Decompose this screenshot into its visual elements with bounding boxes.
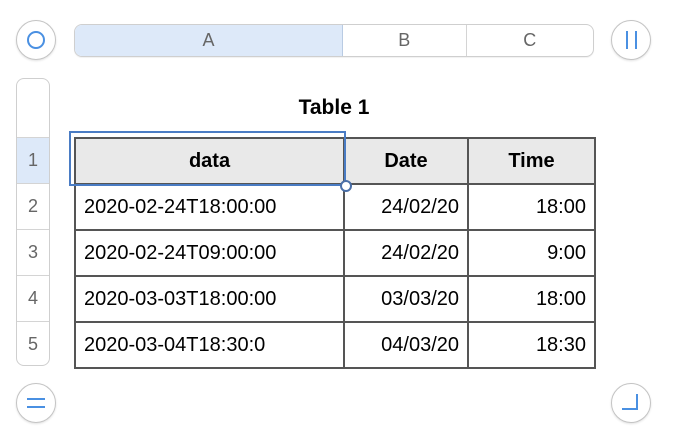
- table-cell[interactable]: 03/03/20: [343, 275, 469, 323]
- table-cell[interactable]: 24/02/20: [343, 229, 469, 277]
- corner-icon: [622, 394, 638, 410]
- circle-icon: [27, 31, 45, 49]
- selection-fill-handle[interactable]: [340, 180, 352, 192]
- table-cell[interactable]: 18:00: [467, 275, 596, 323]
- resize-table-handle[interactable]: [611, 383, 651, 423]
- table-cell[interactable]: 2020-02-24T18:00:00: [74, 183, 345, 231]
- table-row: 2020-03-03T18:00:00 03/03/20 18:00: [74, 275, 596, 323]
- select-table-button[interactable]: [16, 20, 56, 60]
- data-table: data Date Time 2020-02-24T18:00:00 24/02…: [74, 137, 596, 369]
- columns-icon: [625, 31, 637, 49]
- column-header-c[interactable]: C: [467, 25, 594, 56]
- header-cell[interactable]: data: [74, 137, 345, 185]
- column-header-bar: A B C: [74, 24, 594, 57]
- table-cell[interactable]: 2020-03-04T18:30:0: [74, 321, 345, 369]
- add-column-handle[interactable]: [611, 20, 651, 60]
- row-header-5[interactable]: 5: [17, 321, 49, 365]
- rows-icon: [27, 398, 45, 408]
- table-title[interactable]: Table 1: [74, 96, 594, 120]
- row-header-3[interactable]: 3: [17, 229, 49, 275]
- header-cell[interactable]: Time: [467, 137, 596, 185]
- table-cell[interactable]: 04/03/20: [343, 321, 469, 369]
- column-header-a[interactable]: A: [75, 25, 343, 56]
- table-cell[interactable]: 24/02/20: [343, 183, 469, 231]
- table-cell[interactable]: 18:30: [467, 321, 596, 369]
- table-cell[interactable]: 2020-03-03T18:00:00: [74, 275, 345, 323]
- row-header-2[interactable]: 2: [17, 183, 49, 229]
- table-row: 2020-02-24T18:00:00 24/02/20 18:00: [74, 183, 596, 231]
- row-header-1[interactable]: 1: [17, 137, 49, 183]
- row-header-bar: 1 2 3 4 5: [16, 78, 50, 366]
- header-cell[interactable]: Date: [343, 137, 469, 185]
- row-header-4[interactable]: 4: [17, 275, 49, 321]
- table-cell[interactable]: 2020-02-24T09:00:00: [74, 229, 345, 277]
- table-row: 2020-02-24T09:00:00 24/02/20 9:00: [74, 229, 596, 277]
- table-row: 2020-03-04T18:30:0 04/03/20 18:30: [74, 321, 596, 369]
- add-row-handle[interactable]: [16, 383, 56, 423]
- table-cell[interactable]: 9:00: [467, 229, 596, 277]
- column-header-b[interactable]: B: [343, 25, 467, 56]
- table-header-row: data Date Time: [74, 137, 596, 185]
- table-cell[interactable]: 18:00: [467, 183, 596, 231]
